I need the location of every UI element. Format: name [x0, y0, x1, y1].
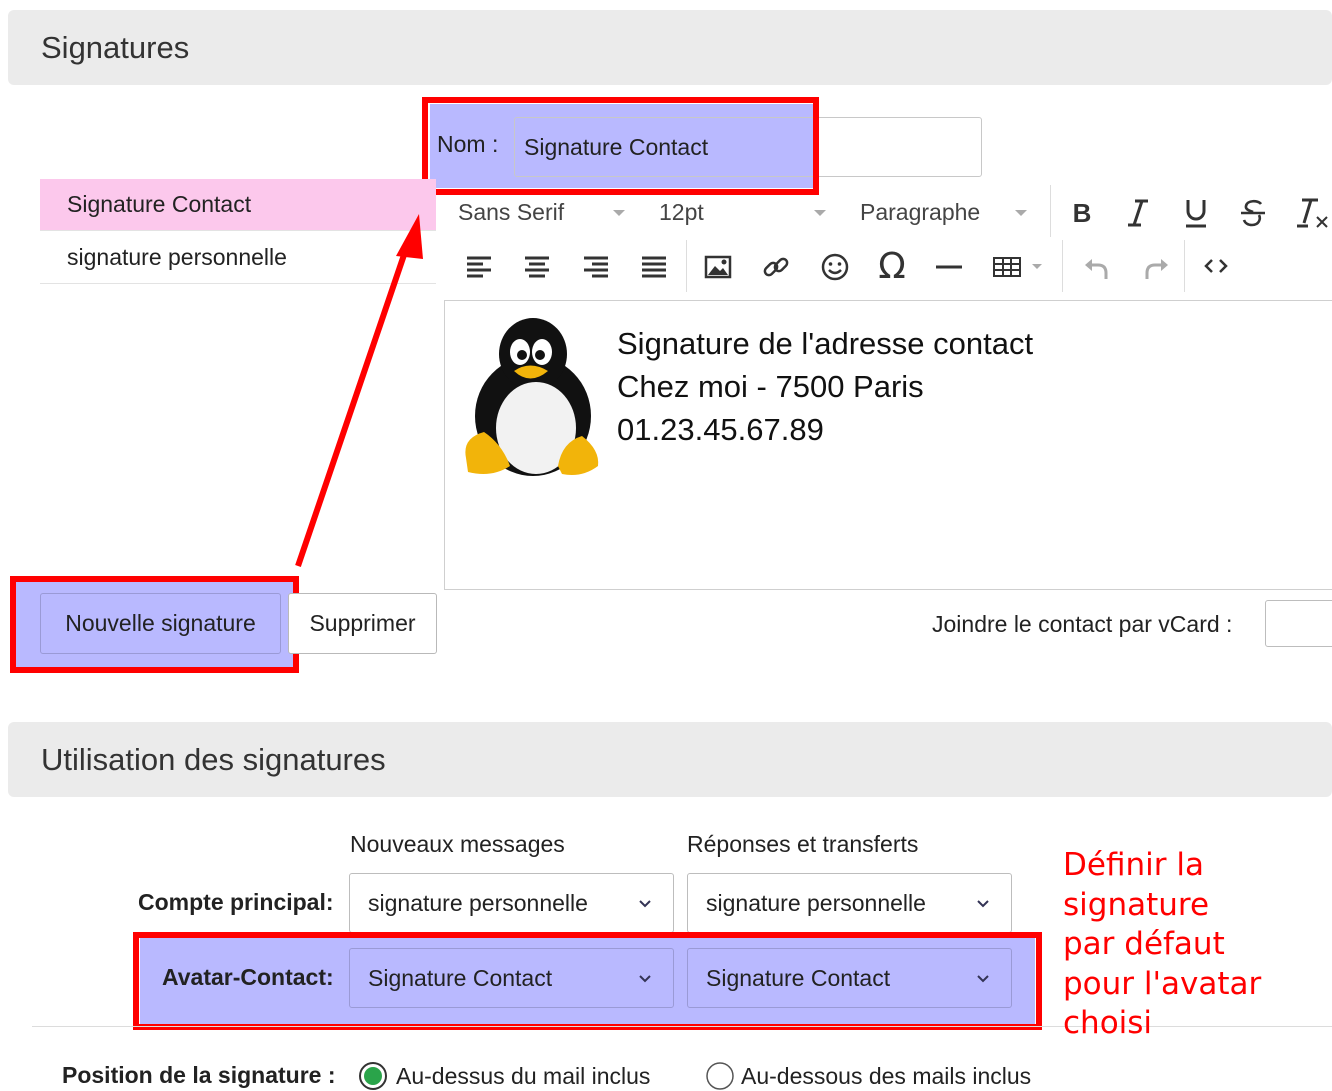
annotation-line: choisi	[1063, 1005, 1153, 1041]
chevron-down-icon	[977, 900, 989, 908]
vcard-label: Joindre le contact par vCard :	[932, 611, 1233, 637]
annotation-line: pour l'avatar	[1063, 965, 1262, 1002]
avatar-annotation-frame	[133, 932, 1042, 1030]
italic-icon[interactable]	[1120, 195, 1156, 231]
toolbar-separator	[1184, 240, 1185, 292]
position-option-above[interactable]: Au-dessus du mail inclus	[358, 1061, 650, 1091]
underline-icon[interactable]	[1178, 195, 1214, 231]
new-button-annotation-frame	[10, 576, 299, 673]
column-header-new: Nouveaux messages	[350, 831, 565, 857]
annotation-text: Définir la signature par défaut pour l'a…	[1063, 846, 1261, 1044]
horizontal-rule-icon[interactable]	[932, 250, 966, 284]
special-char-icon[interactable]: Ω	[872, 246, 912, 287]
bold-icon[interactable]: B	[1064, 195, 1100, 231]
chevron-down-icon	[814, 210, 826, 216]
align-left-icon[interactable]	[463, 251, 495, 283]
position-option-label: Au-dessus du mail inclus	[396, 1062, 651, 1089]
clear-format-icon[interactable]	[1294, 195, 1332, 231]
chevron-down-icon	[1032, 264, 1042, 269]
font-family-select[interactable]: Sans Serif	[458, 199, 564, 226]
editor-line: 01.23.45.67.89	[617, 412, 824, 447]
radio-unselected-icon[interactable]	[705, 1061, 735, 1091]
usage-section-header: Utilisation des signatures	[8, 722, 1332, 797]
position-option-below[interactable]: Au-dessous des mails inclus	[705, 1061, 1031, 1091]
select-value: signature personnelle	[368, 889, 588, 916]
annotation-line: signature	[1063, 886, 1210, 923]
toolbar-separator	[1062, 240, 1063, 292]
main-account-reply-select[interactable]: signature personnelle	[687, 873, 1012, 933]
vcard-select[interactable]	[1265, 600, 1332, 647]
editor-content: Signature de l'adresse contact Chez moi …	[617, 322, 1033, 451]
align-center-icon[interactable]	[521, 251, 553, 283]
image-icon[interactable]	[702, 251, 734, 283]
column-header-reply: Réponses et transferts	[687, 831, 919, 857]
delete-button[interactable]: Supprimer	[288, 593, 437, 654]
radio-selected-icon[interactable]	[358, 1061, 388, 1091]
link-icon[interactable]	[759, 250, 793, 284]
source-code-icon[interactable]	[1200, 250, 1232, 282]
usage-title: Utilisation des signatures	[41, 741, 386, 777]
main-account-new-select[interactable]: signature personnelle	[349, 873, 674, 933]
font-size-select[interactable]: 12pt	[659, 199, 704, 226]
annotation-line: par défaut	[1063, 926, 1225, 962]
annotation-line: Définir la	[1063, 847, 1204, 883]
align-justify-icon[interactable]	[638, 251, 670, 283]
chevron-down-icon	[639, 900, 651, 908]
undo-icon[interactable]	[1080, 251, 1112, 283]
toolbar-separator	[1050, 185, 1051, 237]
block-format-select[interactable]: Paragraphe	[860, 199, 980, 226]
row-label-main-account: Compte principal:	[138, 889, 334, 915]
position-option-label: Au-dessous des mails inclus	[741, 1062, 1032, 1089]
emoticon-icon[interactable]	[818, 250, 852, 284]
chevron-down-icon	[1015, 210, 1027, 216]
editor-line: Chez moi - 7500 Paris	[617, 369, 924, 404]
position-label: Position de la signature :	[62, 1062, 336, 1088]
toolbar-separator	[686, 240, 687, 292]
redo-icon[interactable]	[1141, 251, 1173, 283]
table-icon[interactable]	[990, 252, 1024, 282]
editor-line: Signature de l'adresse contact	[617, 326, 1034, 361]
select-value: signature personnelle	[706, 889, 926, 916]
strikethrough-icon[interactable]	[1235, 195, 1271, 231]
align-right-icon[interactable]	[580, 251, 612, 283]
chevron-down-icon	[613, 210, 625, 216]
penguin-image	[465, 318, 599, 476]
